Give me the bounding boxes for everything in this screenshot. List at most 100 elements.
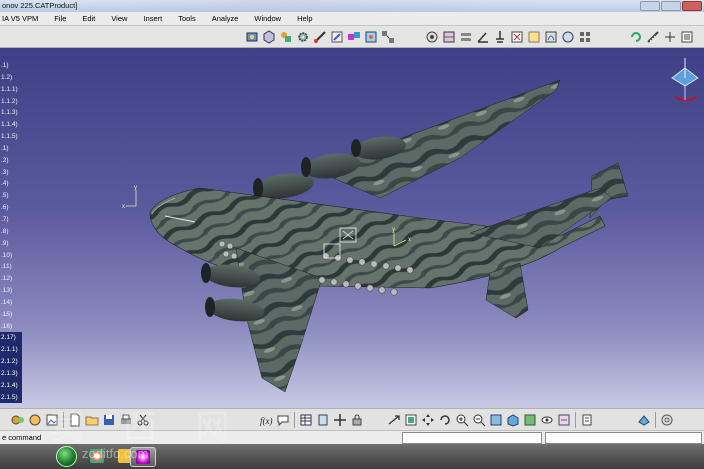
tree-node[interactable]: .13) bbox=[0, 285, 22, 297]
fix-icon[interactable] bbox=[492, 29, 508, 45]
material-icon[interactable] bbox=[579, 412, 595, 428]
tree-node[interactable]: 2.1.5) bbox=[0, 391, 22, 404]
part-icon[interactable] bbox=[261, 29, 277, 45]
flexible-icon[interactable] bbox=[543, 29, 559, 45]
aircraft-model[interactable]: x y x y bbox=[0, 48, 704, 408]
assembly-icon[interactable] bbox=[27, 412, 43, 428]
tree-node[interactable]: 1.1.2) bbox=[0, 96, 22, 108]
fix-together-icon[interactable] bbox=[509, 29, 525, 45]
axis-icon[interactable] bbox=[662, 29, 678, 45]
update-icon[interactable] bbox=[628, 29, 644, 45]
menu-analyze[interactable]: Analyze bbox=[204, 14, 247, 23]
compass-icon[interactable] bbox=[668, 56, 702, 106]
tree-node[interactable]: 1.1.5) bbox=[0, 131, 22, 143]
tree-node[interactable]: .3) bbox=[0, 167, 22, 179]
tree-node[interactable]: .16) bbox=[0, 321, 22, 333]
maximize-button[interactable] bbox=[661, 1, 681, 11]
tree-node[interactable]: .1) bbox=[0, 60, 22, 72]
hide-show-icon[interactable] bbox=[539, 412, 555, 428]
move-view-icon[interactable] bbox=[420, 412, 436, 428]
pan-icon[interactable] bbox=[332, 412, 348, 428]
tree-node[interactable]: .4) bbox=[0, 178, 22, 190]
tree-node[interactable]: 2.1.1) bbox=[0, 344, 22, 357]
tree-node[interactable]: 1.1.1) bbox=[0, 84, 22, 96]
zoom-in-icon[interactable] bbox=[454, 412, 470, 428]
tree-node[interactable]: .1) bbox=[0, 143, 22, 155]
toolbar-group-1 bbox=[244, 29, 396, 45]
taskbar-app-catia[interactable] bbox=[130, 447, 156, 467]
tree-node[interactable]: 1.2) bbox=[0, 72, 22, 84]
tree-node[interactable]: .10) bbox=[0, 250, 22, 262]
component-icon[interactable] bbox=[278, 29, 294, 45]
contact-icon[interactable] bbox=[441, 29, 457, 45]
menu-view[interactable]: View bbox=[103, 14, 135, 23]
table-icon[interactable] bbox=[298, 412, 314, 428]
tree-node[interactable]: .8) bbox=[0, 226, 22, 238]
manipulate-icon[interactable] bbox=[346, 29, 362, 45]
knowledge-icon[interactable] bbox=[315, 412, 331, 428]
iso-view-icon[interactable] bbox=[505, 412, 521, 428]
start-button[interactable] bbox=[56, 446, 77, 467]
tree-node[interactable]: .14) bbox=[0, 297, 22, 309]
open-icon[interactable] bbox=[84, 412, 100, 428]
taskbar-app-browser[interactable] bbox=[84, 447, 110, 467]
fly-icon[interactable] bbox=[386, 412, 402, 428]
save-icon[interactable] bbox=[101, 412, 117, 428]
measure-icon[interactable] bbox=[645, 29, 661, 45]
workbench-icon[interactable] bbox=[10, 412, 26, 428]
print-icon[interactable] bbox=[118, 412, 134, 428]
cut-icon[interactable] bbox=[135, 412, 151, 428]
tree-node[interactable]: .2) bbox=[0, 155, 22, 167]
reuse-pattern-icon[interactable] bbox=[577, 29, 593, 45]
menu-file[interactable]: File bbox=[46, 14, 74, 23]
quick-constraint-icon[interactable] bbox=[526, 29, 542, 45]
change-constraint-icon[interactable] bbox=[560, 29, 576, 45]
menu-insert[interactable]: Insert bbox=[135, 14, 170, 23]
lock-icon[interactable] bbox=[349, 412, 365, 428]
apply-material-icon[interactable] bbox=[636, 412, 652, 428]
at-icon[interactable] bbox=[659, 412, 675, 428]
menu-tools[interactable]: Tools bbox=[170, 14, 204, 23]
bottom-toolbar: f(x) bbox=[0, 408, 704, 430]
menu-window[interactable]: Window bbox=[246, 14, 289, 23]
3d-viewport[interactable]: x y x y .1) 1.2) 1.1.1) 1.1.2) 1.1.3) 1.… bbox=[0, 48, 704, 408]
move-icon[interactable] bbox=[329, 29, 345, 45]
swap-space-icon[interactable] bbox=[556, 412, 572, 428]
gear-icon[interactable] bbox=[295, 29, 311, 45]
tree-node[interactable]: 2.1.2) bbox=[0, 356, 22, 368]
formula-icon[interactable]: f(x) bbox=[258, 412, 274, 428]
rotate-icon[interactable] bbox=[437, 412, 453, 428]
tree-node[interactable]: .9) bbox=[0, 238, 22, 250]
tree-node[interactable]: .7) bbox=[0, 214, 22, 226]
minimize-button[interactable] bbox=[640, 1, 660, 11]
tree-node[interactable]: .11) bbox=[0, 261, 22, 273]
render-style-icon[interactable] bbox=[522, 412, 538, 428]
tree-node[interactable]: 2.17) bbox=[0, 332, 22, 345]
tree-node[interactable]: .12) bbox=[0, 273, 22, 285]
tree-node[interactable]: .5) bbox=[0, 190, 22, 202]
fit-all-icon[interactable] bbox=[403, 412, 419, 428]
tree-node[interactable]: 1.1.4) bbox=[0, 119, 22, 131]
tree-node[interactable]: 2.1.4) bbox=[0, 379, 22, 392]
new-icon[interactable] bbox=[67, 412, 83, 428]
product-icon[interactable] bbox=[244, 29, 260, 45]
menu-help[interactable]: Help bbox=[289, 14, 320, 23]
catalog-icon[interactable] bbox=[679, 29, 695, 45]
comment-icon[interactable] bbox=[275, 412, 291, 428]
tree-node[interactable]: .15) bbox=[0, 309, 22, 321]
zoom-out-icon[interactable] bbox=[471, 412, 487, 428]
tree-node[interactable]: 2.1.3) bbox=[0, 367, 22, 380]
normal-view-icon[interactable] bbox=[488, 412, 504, 428]
command-input[interactable] bbox=[545, 432, 702, 444]
constraint-icon[interactable] bbox=[312, 29, 328, 45]
angle-icon[interactable] bbox=[475, 29, 491, 45]
explode-icon[interactable] bbox=[380, 29, 396, 45]
offset-icon[interactable] bbox=[458, 29, 474, 45]
image-icon[interactable] bbox=[44, 412, 60, 428]
close-button[interactable] bbox=[682, 1, 702, 11]
snap-icon[interactable] bbox=[363, 29, 379, 45]
tree-node[interactable]: .6) bbox=[0, 202, 22, 214]
tree-node[interactable]: 1.1.3) bbox=[0, 107, 22, 119]
menu-edit[interactable]: Edit bbox=[74, 14, 103, 23]
coincidence-icon[interactable] bbox=[424, 29, 440, 45]
